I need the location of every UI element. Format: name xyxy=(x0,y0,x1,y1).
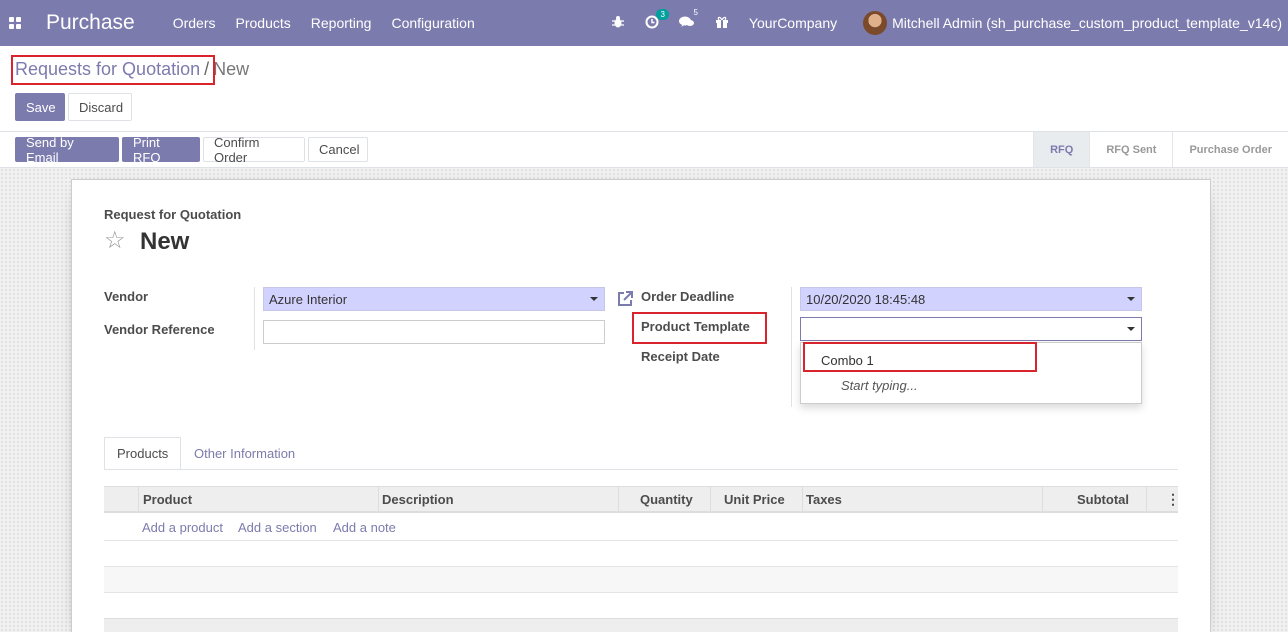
form-sheet xyxy=(71,179,1211,632)
menu-configuration[interactable]: Configuration xyxy=(391,15,474,31)
print-rfq-button[interactable]: Print RFQ xyxy=(122,135,200,165)
product-template-dropdown xyxy=(800,342,1142,404)
column-unit-price[interactable]: Unit Price xyxy=(724,487,785,512)
dropdown-hint[interactable]: Start typing... xyxy=(841,378,918,393)
right-group-divider xyxy=(791,287,792,407)
top-navbar: Purchase Orders Products Reporting Confi… xyxy=(0,0,1288,46)
tab-other-information[interactable]: Other Information xyxy=(182,437,307,470)
tab-products[interactable]: Products xyxy=(104,437,181,470)
messages-count-badge: 5 xyxy=(693,7,698,17)
cancel-button[interactable]: Cancel xyxy=(308,137,368,162)
table-header: Product Description Quantity Unit Price … xyxy=(104,486,1180,513)
breadcrumb-separator: / xyxy=(204,59,210,79)
clock-icon[interactable]: 3 xyxy=(645,8,669,32)
column-product[interactable]: Product xyxy=(143,487,192,512)
add-product-link[interactable]: Add a product xyxy=(142,520,223,535)
receipt-date-label: Receipt Date xyxy=(641,349,720,364)
column-separator xyxy=(138,487,139,512)
column-separator xyxy=(710,487,711,512)
confirm-order-button[interactable]: Confirm Order xyxy=(203,135,305,165)
column-separator xyxy=(1042,487,1043,512)
vendor-reference-label: Vendor Reference xyxy=(104,322,215,337)
tabs-divider xyxy=(104,469,1178,470)
table-footer xyxy=(104,618,1178,632)
vendor-value: Azure Interior xyxy=(269,291,348,307)
column-separator xyxy=(802,487,803,512)
breadcrumb-rfq-link[interactable]: Requests for Quotation xyxy=(15,59,200,79)
menu-orders[interactable]: Orders xyxy=(173,15,216,31)
column-separator xyxy=(378,487,379,512)
save-button[interactable]: Save xyxy=(15,93,65,121)
vendor-label: Vendor xyxy=(104,289,149,304)
send-by-email-button[interactable]: Send by Email xyxy=(15,135,119,165)
company-switcher[interactable]: YourCompany xyxy=(749,15,837,31)
product-template-label: Product Template xyxy=(641,319,750,334)
vendor-reference-input[interactable] xyxy=(263,320,605,344)
caret-down-icon[interactable] xyxy=(1127,327,1135,331)
column-separator xyxy=(618,487,619,512)
user-menu[interactable]: Mitchell Admin (sh_purchase_custom_produ… xyxy=(892,15,1282,31)
stage-rfq[interactable]: RFQ xyxy=(1033,132,1090,167)
star-icon[interactable]: ☆ xyxy=(104,229,126,253)
table-row xyxy=(104,566,1178,567)
kebab-icon[interactable]: ⋮ xyxy=(1166,487,1180,512)
page-title: New xyxy=(140,228,190,255)
discard-button[interactable]: Discard xyxy=(68,93,132,121)
column-quantity[interactable]: Quantity xyxy=(640,487,693,512)
activity-count-badge: 3 xyxy=(656,8,669,20)
dropdown-option-combo-1[interactable]: Combo 1 xyxy=(821,353,874,368)
caret-down-icon[interactable] xyxy=(1127,297,1135,301)
document-kind: Request for Quotation xyxy=(104,207,242,222)
gift-icon[interactable] xyxy=(715,15,729,32)
column-taxes[interactable]: Taxes xyxy=(806,487,842,512)
status-bar: RFQ RFQ Sent Purchase Order xyxy=(1033,132,1288,167)
vendor-field[interactable]: Azure Interior xyxy=(263,287,605,311)
add-note-link[interactable]: Add a note xyxy=(333,520,396,535)
left-group-divider xyxy=(254,287,255,350)
external-link-icon[interactable] xyxy=(616,290,634,308)
stage-purchase-order[interactable]: Purchase Order xyxy=(1172,132,1288,167)
apps-grid-icon[interactable] xyxy=(0,0,30,46)
column-description[interactable]: Description xyxy=(382,487,454,512)
table-row xyxy=(104,592,1178,593)
stage-rfq-sent[interactable]: RFQ Sent xyxy=(1089,132,1173,167)
menu-reporting[interactable]: Reporting xyxy=(311,15,372,31)
bug-icon[interactable] xyxy=(611,15,625,32)
breadcrumb-current: New xyxy=(213,59,250,79)
caret-down-icon[interactable] xyxy=(590,297,598,301)
order-deadline-field[interactable]: 10/20/2020 18:45:48 xyxy=(800,287,1142,311)
column-separator xyxy=(1146,487,1147,512)
product-template-input[interactable] xyxy=(800,317,1142,341)
breadcrumb: Requests for Quotation / New xyxy=(15,59,249,80)
avatar[interactable] xyxy=(863,11,888,35)
column-subtotal[interactable]: Subtotal xyxy=(1077,487,1129,512)
order-deadline-label: Order Deadline xyxy=(641,289,735,304)
order-deadline-value: 10/20/2020 18:45:48 xyxy=(806,291,926,307)
table-row xyxy=(104,567,1178,593)
menu-products[interactable]: Products xyxy=(236,15,291,31)
app-name[interactable]: Purchase xyxy=(46,11,135,35)
chat-icon[interactable]: 5 xyxy=(678,8,698,32)
add-section-link[interactable]: Add a section xyxy=(238,520,317,535)
table-row xyxy=(104,540,1178,541)
